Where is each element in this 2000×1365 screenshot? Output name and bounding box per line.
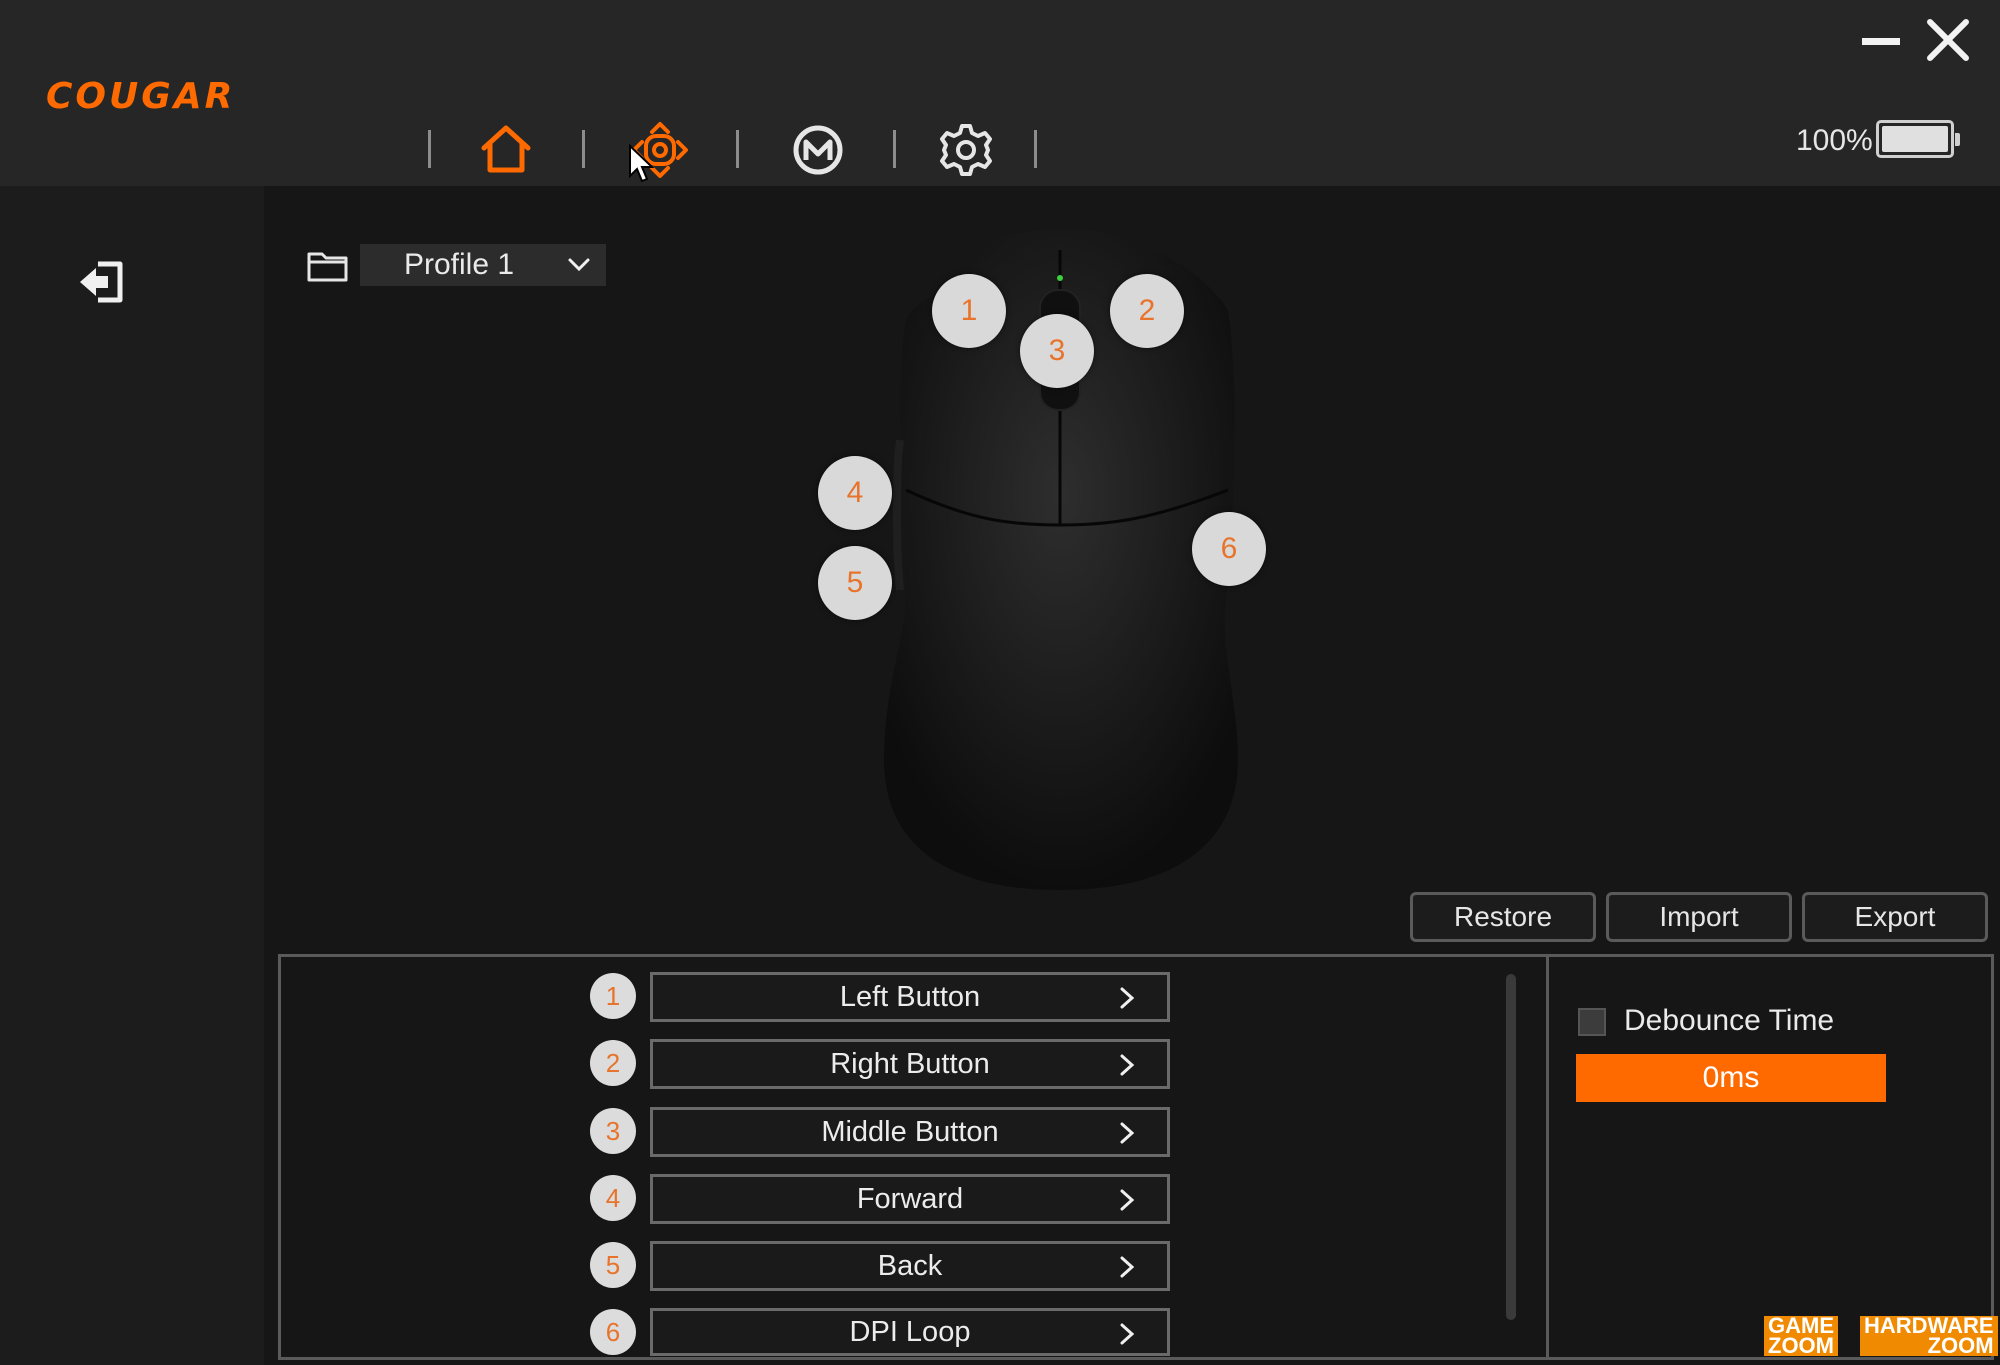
debounce-checkbox[interactable] (1578, 1008, 1606, 1036)
import-button[interactable]: Import (1606, 892, 1792, 942)
title-bar (0, 0, 2000, 186)
chevron-right-icon (1120, 987, 1135, 1009)
assign-label: Left Button (839, 980, 981, 1013)
assign-button-3[interactable]: Middle Button (650, 1107, 1170, 1157)
hotspot-6[interactable]: 6 (1192, 512, 1266, 586)
hotspot-4[interactable]: 4 (818, 456, 892, 530)
restore-button[interactable]: Restore (1410, 892, 1596, 942)
assign-button-4[interactable]: Forward (650, 1174, 1170, 1224)
minimize-icon (1862, 38, 1900, 45)
hotspot-2[interactable]: 2 (1110, 274, 1184, 348)
assign-label: Forward (856, 1182, 964, 1215)
assign-button-1[interactable]: Left Button (650, 972, 1170, 1022)
panel-divider (1546, 954, 1549, 1360)
hotspot-5[interactable]: 5 (818, 546, 892, 620)
minimize-button[interactable] (1854, 14, 1906, 66)
watermark-hardware-zoom: HARDWARE ZOOM (1860, 1315, 1998, 1358)
gear-icon (940, 124, 992, 176)
row-number-1: 1 (590, 973, 636, 1019)
macro-m-icon (793, 125, 843, 175)
chevron-down-icon (568, 258, 590, 272)
assign-button-5[interactable]: Back (650, 1241, 1170, 1291)
back-button[interactable] (78, 258, 128, 306)
profile-selected-label: Profile 1 (404, 248, 515, 281)
assign-button-6[interactable]: DPI Loop (650, 1308, 1170, 1356)
close-button[interactable] (1922, 14, 1974, 66)
folder-icon[interactable] (306, 248, 350, 284)
nav-separator (582, 130, 585, 168)
assign-label: Middle Button (821, 1115, 999, 1148)
nav-separator (736, 130, 739, 168)
nav-home[interactable] (474, 118, 538, 182)
profile-dropdown[interactable]: Profile 1 (360, 244, 606, 286)
exit-arrow-icon (80, 261, 123, 303)
chevron-right-icon (1120, 1189, 1135, 1211)
debounce-value[interactable]: 0ms (1576, 1054, 1886, 1102)
watermark-text: ZOOM (1768, 1333, 1834, 1358)
row-number-5: 5 (590, 1242, 636, 1288)
chevron-right-icon (1120, 1122, 1135, 1144)
mouse-cursor-icon (628, 143, 655, 188)
close-icon (1927, 19, 1969, 61)
chevron-right-icon (1120, 1054, 1135, 1076)
battery-icon (1876, 120, 1960, 158)
nav-macro[interactable] (786, 118, 850, 182)
watermark-text: ZOOM (1927, 1333, 1994, 1358)
battery-percent: 100% (1796, 124, 1873, 157)
hotspot-1[interactable]: 1 (932, 274, 1006, 348)
chevron-right-icon (1120, 1256, 1135, 1278)
scrollbar[interactable] (1506, 974, 1516, 1320)
nav-settings[interactable] (934, 118, 998, 182)
nav-separator (893, 130, 896, 168)
chevron-right-icon (1120, 1323, 1135, 1345)
nav-separator (428, 130, 431, 168)
hotspot-3[interactable]: 3 (1020, 314, 1094, 388)
battery-fill (1882, 126, 1948, 152)
row-number-2: 2 (590, 1040, 636, 1086)
watermark-game-zoom: GAME ZOOM (1764, 1315, 1838, 1358)
svg-text:COUGAR: COUGAR (46, 76, 235, 117)
cougar-logo: COUGAR (44, 74, 284, 122)
assign-label: Right Button (830, 1047, 990, 1080)
debounce-label: Debounce Time (1624, 1004, 1835, 1037)
row-number-3: 3 (590, 1108, 636, 1154)
assign-label: DPI Loop (849, 1315, 971, 1348)
assign-label: Back (877, 1249, 943, 1282)
row-number-6: 6 (590, 1309, 636, 1355)
home-icon (481, 125, 531, 173)
assign-button-2[interactable]: Right Button (650, 1039, 1170, 1089)
nav-separator (1034, 130, 1037, 168)
sidebar (0, 186, 264, 1365)
export-button[interactable]: Export (1802, 892, 1988, 942)
row-number-4: 4 (590, 1175, 636, 1221)
